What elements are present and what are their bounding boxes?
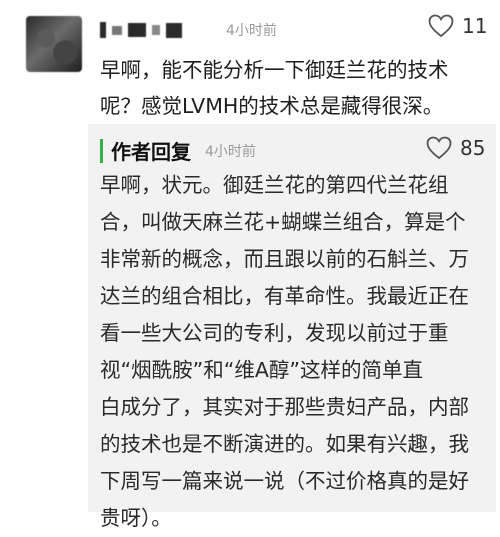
author-reply-header: 作者回复 4小时前 (100, 136, 256, 165)
reply-line: 合，叫做天麻兰花+蝴蝶兰组合，算是个 (100, 210, 466, 234)
author-tag-accent-bar (100, 138, 103, 163)
reply-timestamp: 4小时前 (205, 143, 256, 160)
commenter-avatar[interactable] (26, 16, 82, 72)
comment-like-count: 11 (462, 14, 488, 38)
reply-line: 非常新的概念，而且跟以前的石斛兰、万 (100, 247, 469, 271)
reply-line: 下周写一篇来说一说（不过价格真的是好 (100, 469, 469, 493)
reply-line: 的技术也是不断演进的。如果有兴趣，我 (100, 432, 469, 456)
reply-line: 早啊，状元。御廷兰花的第四代兰花组 (100, 173, 449, 197)
reply-line: 看一些大公司的专利，发现以前过于重 (100, 321, 449, 345)
comment-line: 呢？感觉LVMH的技术总是藏得很深。 (100, 94, 444, 118)
author-reply-tag: 作者回复 (111, 140, 191, 164)
comment-timestamp: 4小时前 (226, 23, 277, 39)
reply-like-button[interactable]: 85 (426, 136, 485, 160)
commenter-username-blurred[interactable] (100, 22, 182, 38)
heart-outline-icon (428, 14, 454, 38)
reply-line: 达兰的组合相比，有革命性。我最近正在 (100, 284, 469, 308)
reply-line: 贵呀）。 (100, 506, 172, 530)
comment-line: 早啊，能不能分析一下御廷兰花的技术 (100, 58, 449, 82)
author-reply-text: 早啊，状元。御廷兰花的第四代兰花组 合，叫做天麻兰花+蝴蝶兰组合，算是个 非常新… (100, 167, 484, 537)
comment-text: 早啊，能不能分析一下御廷兰花的技术 呢？感觉LVMH的技术总是藏得很深。 (100, 52, 480, 124)
reply-line: 视“烟酰胺”和“维A醇”这样的简单直 (100, 358, 424, 382)
reply-like-count: 85 (460, 136, 486, 160)
comment-like-button[interactable]: 11 (428, 14, 487, 38)
reply-line: 白成分了，其实对于那些贵妇产品，内部 (100, 395, 469, 419)
heart-outline-icon (426, 136, 452, 160)
